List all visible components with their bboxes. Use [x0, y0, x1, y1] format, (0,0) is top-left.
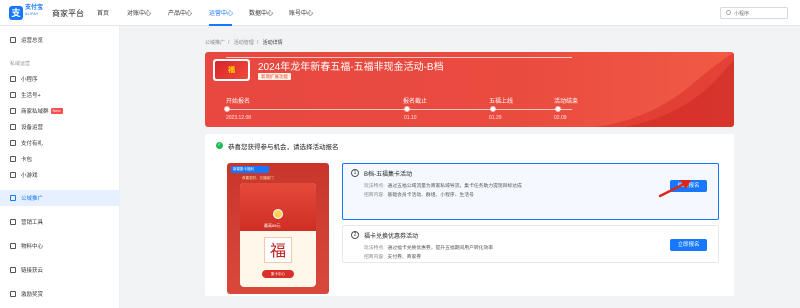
timeline-date: 02.09: [554, 115, 567, 121]
search-box[interactable]: [720, 7, 788, 19]
option-number: 1: [351, 169, 359, 177]
sidebar-item-label: 链接获云: [21, 268, 44, 274]
sidebar-item-label: 营销工具: [21, 220, 44, 226]
option-feature: 玩法特点: 通过福卡兑换优惠券，提升五福期间用户转化效率: [364, 246, 494, 251]
success-check-icon: ✓: [216, 142, 223, 149]
overview-icon: [10, 37, 16, 43]
activity-preview: 新春集卡福利 恭喜发财，五福临门 最高88元 福 集卡中心: [227, 163, 329, 294]
logo-text: 支付宝: [25, 5, 44, 11]
sidebar-item-label: 激励奖赏: [21, 292, 44, 298]
sidebar-item-cardpack[interactable]: 卡包: [0, 151, 120, 167]
sidebar-item-pay-gift[interactable]: 支付有礼: [0, 135, 120, 151]
sidebar-item-lifeaccount[interactable]: 生活号+: [0, 87, 120, 103]
lifeaccount-icon: [10, 92, 16, 98]
timeline-track: [226, 109, 572, 110]
miniprogram-icon: [10, 76, 16, 82]
timeline-label: 五福上线: [489, 99, 514, 105]
sidebar-item-private-group[interactable]: 商家私域群 New: [0, 103, 120, 119]
sidebar: 运营总览 私域运营 小程序 生活号+ 商家私域群 New 设备运营 支付有礼 卡包…: [0, 26, 120, 308]
congrats-message: 恭喜您获得参与机会，请选择活动报名: [228, 144, 339, 151]
sidebar-item-label: 小游戏: [21, 173, 38, 179]
sidebar-item-label: 物料中心: [21, 244, 44, 250]
fu-card-image: 福: [215, 61, 248, 79]
sidebar-item-label: 卡包: [21, 157, 33, 163]
option-name: 福卡兑换优惠券活动: [364, 234, 419, 240]
platform-title: 商家平台: [52, 9, 84, 18]
alipay-logo-icon[interactable]: 支: [9, 6, 23, 20]
gift-icon: [10, 140, 16, 146]
sidebar-item-rewards[interactable]: 激励奖赏: [0, 286, 120, 302]
banner-thumbnail: 福: [213, 59, 250, 81]
feature-tag: 新增扩展功能: [258, 73, 291, 80]
top-nav: 支 支付宝 ALIPAY 商家平台 首页 对账中心 产品中心 运营中心 数据中心…: [0, 0, 800, 26]
breadcrumb-current: 活动详情: [262, 40, 283, 46]
option-scope: 招商内容: 支付券、商家券: [364, 255, 422, 260]
nav-item-products[interactable]: 产品中心: [168, 8, 192, 17]
reward-icon: [10, 291, 16, 297]
sidebar-item-public-promo[interactable]: 公域推广: [0, 190, 120, 206]
search-icon: [726, 10, 731, 15]
activity-title: 2024年龙年新春五福-五福非现金活动-B档: [258, 62, 444, 73]
register-now-button[interactable]: 立即报名: [670, 239, 707, 251]
preview-coin-text: 最高88元: [264, 223, 281, 228]
banner-decoration: [594, 52, 734, 127]
sidebar-item-minigame[interactable]: 小游戏: [0, 167, 120, 183]
sidebar-section-label: 私域运营: [10, 61, 31, 67]
sidebar-item-label: 商家私域群 New: [21, 108, 63, 115]
card-icon: [10, 156, 16, 162]
nav-item-reconciliation[interactable]: 对账中心: [127, 8, 151, 17]
sidebar-item-label: 小程序: [21, 77, 38, 83]
materials-icon: [10, 243, 16, 249]
fu-card: 福: [264, 237, 292, 263]
timeline-label: 活动结束: [554, 99, 579, 105]
option-card-coupon[interactable]: 2 福卡兑换优惠券活动 玩法特点: 通过福卡兑换优惠券，提升五福期间用户转化效率 …: [342, 225, 719, 263]
sidebar-item-label: 公域推广: [21, 196, 44, 202]
logo-subtext: ALIPAY: [25, 12, 39, 16]
nav-item-account[interactable]: 账号中心: [289, 8, 313, 17]
tools-icon: [10, 219, 16, 225]
option-number: 2: [351, 231, 359, 239]
red-envelope-image: 最高88元 福 集卡中心: [240, 183, 316, 287]
sidebar-item-overview[interactable]: 运营总览: [0, 32, 120, 48]
nav-item-data[interactable]: 数据中心: [249, 8, 273, 17]
option-feature: 玩法特点: 通过五福公域流量为商家私域导流，集卡任务助力提现目标达成: [364, 184, 522, 189]
group-icon: [10, 108, 16, 114]
sidebar-item-marketing-tools[interactable]: 营销工具: [0, 214, 120, 230]
preview-subheader: 恭喜发财，五福临门: [242, 176, 274, 180]
breadcrumb-item[interactable]: 活动管理: [234, 40, 254, 46]
timeline-date: 2023.12.08: [226, 115, 252, 121]
sidebar-item-label: 运营总览: [21, 38, 44, 44]
breadcrumb-item[interactable]: 公域推广: [205, 40, 225, 46]
nav-item-home[interactable]: 首页: [97, 8, 109, 17]
sidebar-item-label: 生活号+: [21, 93, 41, 99]
promo-icon: [10, 195, 16, 201]
preview-button: 集卡中心: [262, 270, 294, 278]
sidebar-item-cloud[interactable]: 链接获云: [0, 262, 120, 278]
game-icon: [10, 172, 16, 178]
timeline-date: 01.29: [489, 115, 502, 121]
timeline-line: [226, 57, 572, 58]
registration-card: ✓ 恭喜您获得参与机会，请选择活动报名 新春集卡福利 恭喜发财，五福临门 最高8…: [205, 134, 734, 296]
activity-banner: 福 2024年龙年新春五福-五福非现金活动-B档 新增扩展功能: [205, 52, 734, 127]
option-scope: 招商内容: 基础会员卡活动、群组、小程序、生活号: [364, 193, 474, 198]
search-input[interactable]: [734, 9, 784, 18]
sidebar-item-materials[interactable]: 物料中心: [0, 238, 120, 254]
annotation-arrow-icon: [658, 180, 691, 198]
timeline-date: 01.10: [404, 115, 417, 121]
option-name: B档-五福集卡活动: [364, 172, 413, 178]
coin-icon: [273, 209, 283, 219]
device-icon: [10, 124, 16, 130]
breadcrumb: 公域推广 / 活动管理 / 活动详情: [205, 40, 283, 46]
cloud-icon: [10, 267, 16, 273]
nav-item-operations[interactable]: 运营中心: [209, 8, 233, 17]
nav-active-indicator: [209, 24, 232, 26]
sidebar-item-device[interactable]: 设备运营: [0, 119, 120, 135]
timeline-label: 开始报名: [226, 99, 251, 105]
sidebar-item-label: 支付有礼: [21, 141, 44, 147]
sidebar-item-miniprogram[interactable]: 小程序: [0, 71, 120, 87]
preview-header: 新春集卡福利: [231, 166, 269, 173]
timeline-label: 报名截止: [403, 99, 428, 105]
new-badge: New: [50, 108, 63, 114]
sidebar-item-label: 设备运营: [21, 125, 44, 131]
